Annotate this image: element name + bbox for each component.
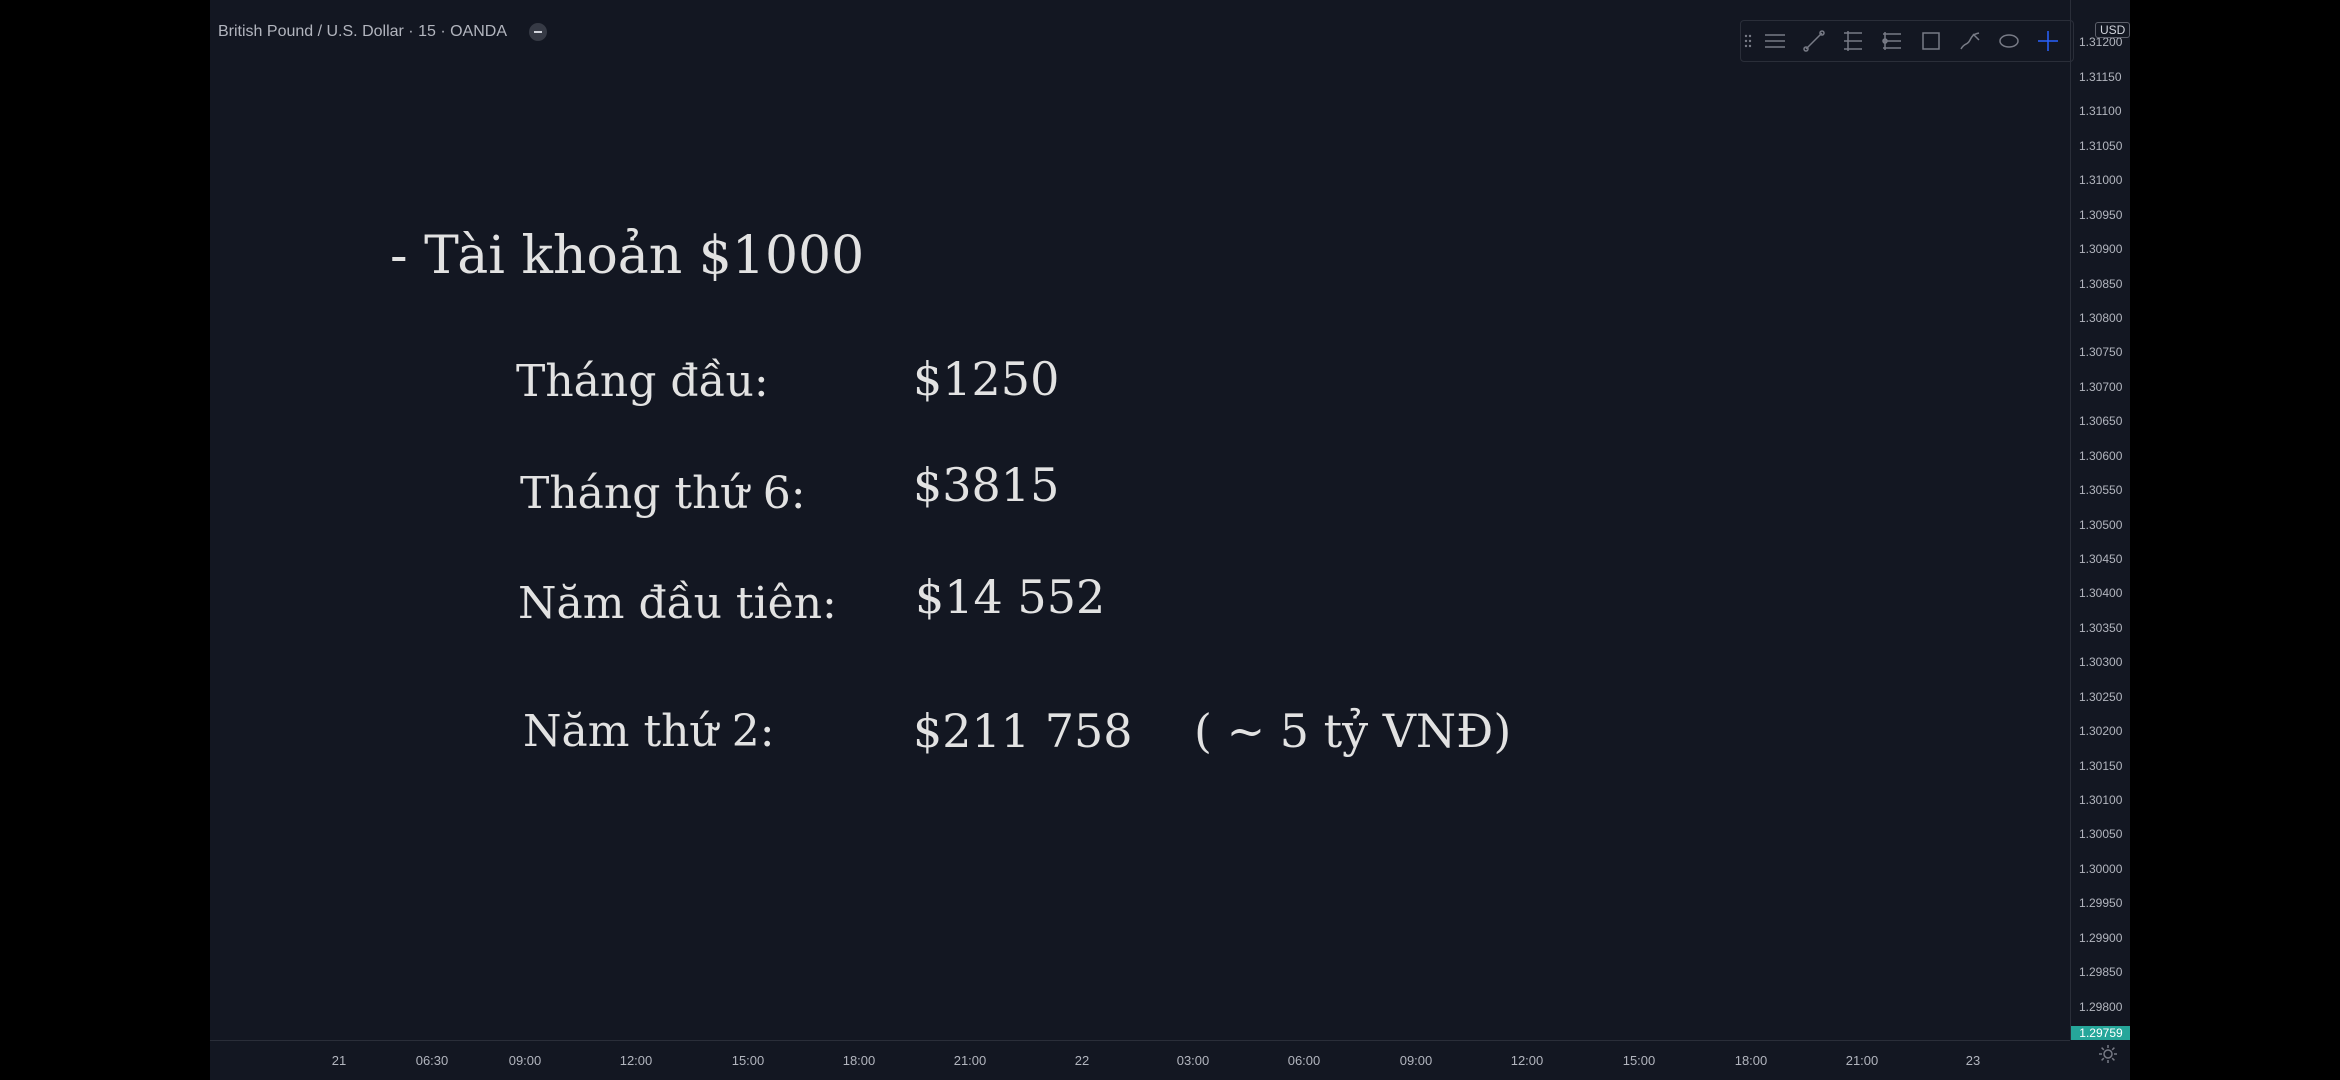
trend-line-icon[interactable] (1794, 21, 1833, 61)
row-value-year-1: $14 552 (915, 570, 1106, 624)
price-label: 1.31050 (2079, 139, 2123, 153)
price-label: 1.30250 (2079, 690, 2123, 704)
crosshair-icon[interactable] (2028, 21, 2067, 61)
price-label: 1.30700 (2079, 380, 2123, 394)
time-label: 09:00 (508, 1053, 542, 1068)
price-label: 1.30600 (2079, 449, 2123, 463)
row-value-month-1: $1250 (913, 352, 1060, 406)
price-label: 1.30000 (2079, 862, 2123, 876)
price-label: 1.30300 (2079, 655, 2123, 669)
gear-icon[interactable] (2096, 1042, 2120, 1066)
price-label: 1.29900 (2079, 931, 2123, 945)
pitchfork-icon[interactable] (1872, 21, 1911, 61)
price-axis[interactable]: 1.31200 1.31150 1.31100 1.31050 1.31000 … (2070, 0, 2130, 1040)
slide-title: - Tài khoản $1000 (390, 226, 865, 286)
drag-grip-icon[interactable] (1741, 21, 1755, 61)
time-label: 21 (331, 1053, 347, 1068)
time-label: 23 (1965, 1053, 1981, 1068)
fib-retracement-icon[interactable] (1833, 21, 1872, 61)
price-label: 1.31000 (2079, 173, 2123, 187)
time-label: 09:00 (1399, 1053, 1433, 1068)
price-label: 1.30900 (2079, 242, 2123, 256)
price-label: 1.29950 (2079, 896, 2123, 910)
price-label: 1.30800 (2079, 311, 2123, 325)
price-label: 1.30850 (2079, 277, 2123, 291)
time-label: 21:00 (1845, 1053, 1879, 1068)
horizontal-lines-icon[interactable] (1755, 21, 1794, 61)
price-label: 1.29850 (2079, 965, 2123, 979)
time-label: 06:00 (1287, 1053, 1321, 1068)
price-label: 1.30350 (2079, 621, 2123, 635)
row-label-month-6: Tháng thứ 6: (520, 468, 806, 519)
currency-button[interactable]: USD (2095, 22, 2130, 38)
ellipse-icon[interactable] (1989, 21, 2028, 61)
row-label-year-2: Năm thứ 2: (523, 706, 775, 757)
price-label: 1.30400 (2079, 586, 2123, 600)
price-label: 1.30950 (2079, 208, 2123, 222)
row-value-month-6: $3815 (913, 458, 1060, 512)
time-label: 06:30 (415, 1053, 449, 1068)
price-label: 1.29800 (2079, 1000, 2123, 1014)
time-label: 21:00 (953, 1053, 987, 1068)
time-label: 18:00 (1734, 1053, 1768, 1068)
price-label: 1.30100 (2079, 793, 2123, 807)
time-label: 12:00 (1510, 1053, 1544, 1068)
time-label: 18:00 (842, 1053, 876, 1068)
price-label: 1.30650 (2079, 414, 2123, 428)
drawing-toolbar (1740, 20, 2074, 62)
time-label: 03:00 (1176, 1053, 1210, 1068)
brush-icon[interactable] (1950, 21, 1989, 61)
price-label: 1.30450 (2079, 552, 2123, 566)
row-value-year-2: $211 758 (913, 704, 1133, 758)
price-label: 1.30050 (2079, 827, 2123, 841)
price-label: 1.30500 (2079, 518, 2123, 532)
chart-pane[interactable]: British Pound / U.S. Dollar · 15 · OANDA… (210, 0, 2130, 1080)
time-label: 15:00 (1622, 1053, 1656, 1068)
rectangle-icon[interactable] (1911, 21, 1950, 61)
price-label: 1.30150 (2079, 759, 2123, 773)
time-label: 22 (1074, 1053, 1090, 1068)
time-label: 12:00 (619, 1053, 653, 1068)
time-label: 15:00 (731, 1053, 765, 1068)
price-label: 1.30200 (2079, 724, 2123, 738)
price-label: 1.30750 (2079, 345, 2123, 359)
row-label-year-1: Năm đầu tiên: (518, 578, 837, 629)
price-label: 1.30550 (2079, 483, 2123, 497)
price-label: 1.31100 (2079, 104, 2122, 118)
last-price-badge: 1.29759 (2071, 1026, 2130, 1040)
row-label-month-1: Tháng đầu: (516, 356, 769, 407)
price-label: 1.31150 (2079, 70, 2122, 84)
overlay-slide: - Tài khoản $1000 Tháng đầu: $1250 Tháng… (210, 0, 2070, 1040)
time-axis[interactable]: 21 06:30 09:00 12:00 15:00 18:00 21:00 2… (210, 1040, 2070, 1080)
row-note-vnd: ( ~ 5 tỷ VNĐ) (1194, 704, 1512, 758)
